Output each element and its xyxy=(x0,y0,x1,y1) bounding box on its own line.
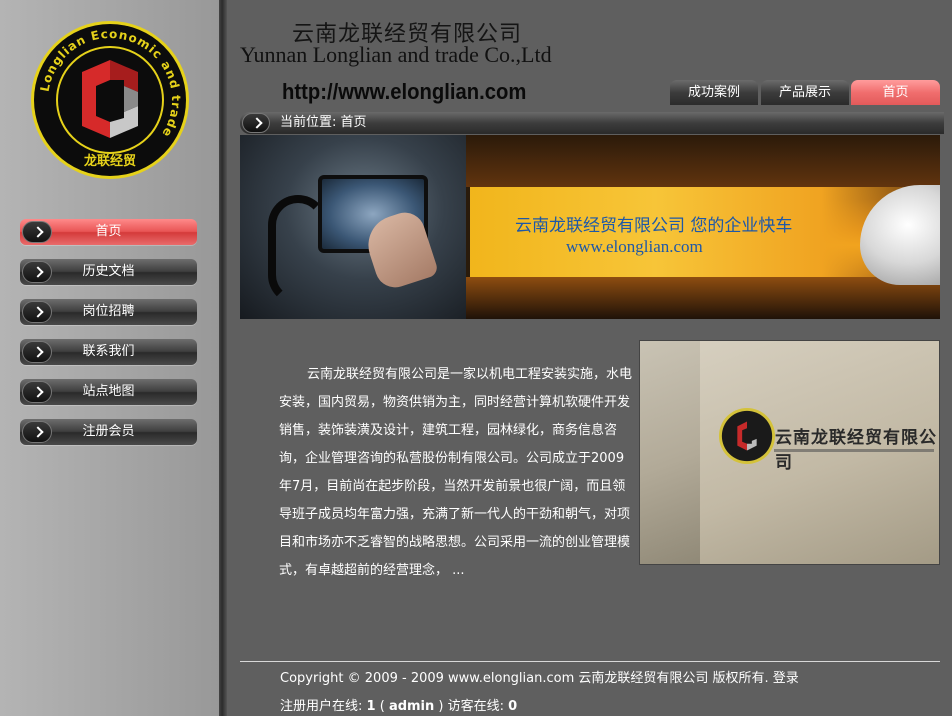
sidebar-item-history[interactable]: 历史文档 xyxy=(20,259,197,285)
chevron-right-icon xyxy=(22,421,52,443)
sidebar-item-label: 联系我们 xyxy=(82,344,135,359)
company-intro: 云南龙联经贸有限公司是一家以机电工程安装实施，水电安装，国内贸易，物资供销为主，… xyxy=(279,367,633,578)
sidebar-item-home[interactable]: 首页 xyxy=(20,219,197,245)
paren-close: ) xyxy=(438,699,444,714)
tab-products[interactable]: 产品展示 xyxy=(761,80,849,105)
visitors-count: 0 xyxy=(508,699,518,714)
sidebar-item-label: 首页 xyxy=(95,224,122,239)
sidebar-nav: 首页 历史文档 岗位招聘 联系我们 站点地图 注册会员 xyxy=(20,219,197,459)
tab-success-cases[interactable]: 成功案例 xyxy=(670,80,758,105)
sidebar-item-jobs[interactable]: 岗位招聘 xyxy=(20,299,197,325)
chevron-right-icon xyxy=(242,113,270,133)
sidebar-item-contact[interactable]: 联系我们 xyxy=(20,339,197,365)
paren-open: ( xyxy=(379,699,385,714)
online-users-label: 注册用户在线: xyxy=(280,699,363,714)
tab-home[interactable]: 首页 xyxy=(851,80,940,105)
banner-slogan: 云南龙联经贸有限公司 您的企业快车 xyxy=(515,216,793,236)
online-users-count: 1 xyxy=(366,699,376,714)
visitors-label: 访客在线: xyxy=(447,699,505,714)
site-url[interactable]: http://www.elonglian.com xyxy=(282,79,526,105)
logo-brand-text: 龙联经贸 xyxy=(84,153,136,169)
chevron-right-icon xyxy=(22,261,52,283)
banner-url: www.elonglian.com xyxy=(566,237,703,256)
company-name-en: Yunnan Longlian and trade Co.,Ltd xyxy=(240,42,552,67)
office-photo: 云南龙联经贸有限公司 xyxy=(639,340,940,565)
sidebar-item-label: 注册会员 xyxy=(82,424,135,439)
online-user-name[interactable]: admin xyxy=(389,699,434,714)
footer-divider xyxy=(240,661,940,662)
login-link[interactable]: 登录 xyxy=(773,671,799,686)
wall-sign-text: 云南龙联经贸有限公司 xyxy=(775,428,937,473)
chevron-right-icon xyxy=(22,381,52,403)
wall-logo-icon xyxy=(718,407,776,465)
company-logo[interactable]: Longlian Economic and trade 龙联经贸 xyxy=(30,20,190,180)
breadcrumb: 当前位置: 首页 xyxy=(240,112,944,134)
online-status: 注册用户在线: 1 ( admin ) 访客在线: 0 xyxy=(280,695,517,714)
sidebar-item-label: 站点地图 xyxy=(82,384,135,399)
breadcrumb-text: 当前位置: 首页 xyxy=(280,115,367,130)
chevron-right-icon xyxy=(22,301,52,323)
sidebar-item-sitemap[interactable]: 站点地图 xyxy=(20,379,197,405)
sidebar-item-register[interactable]: 注册会员 xyxy=(20,419,197,445)
chevron-right-icon xyxy=(22,221,52,243)
banner-screen-photo xyxy=(240,135,466,319)
copyright-label: Copyright © 2009 - 2009 www.elonglian.co… xyxy=(280,671,769,686)
sidebar: Longlian Economic and trade 龙联经贸 首页 历史文档… xyxy=(0,0,222,716)
sidebar-item-label: 历史文档 xyxy=(82,264,135,279)
chevron-right-icon xyxy=(22,341,52,363)
sidebar-item-label: 岗位招聘 xyxy=(82,304,135,319)
hero-banner: 云南龙联经贸有限公司 您的企业快车 www.elonglian.com xyxy=(240,135,940,319)
copyright-text: Copyright © 2009 - 2009 www.elonglian.co… xyxy=(280,667,799,686)
sidebar-divider xyxy=(219,0,227,716)
